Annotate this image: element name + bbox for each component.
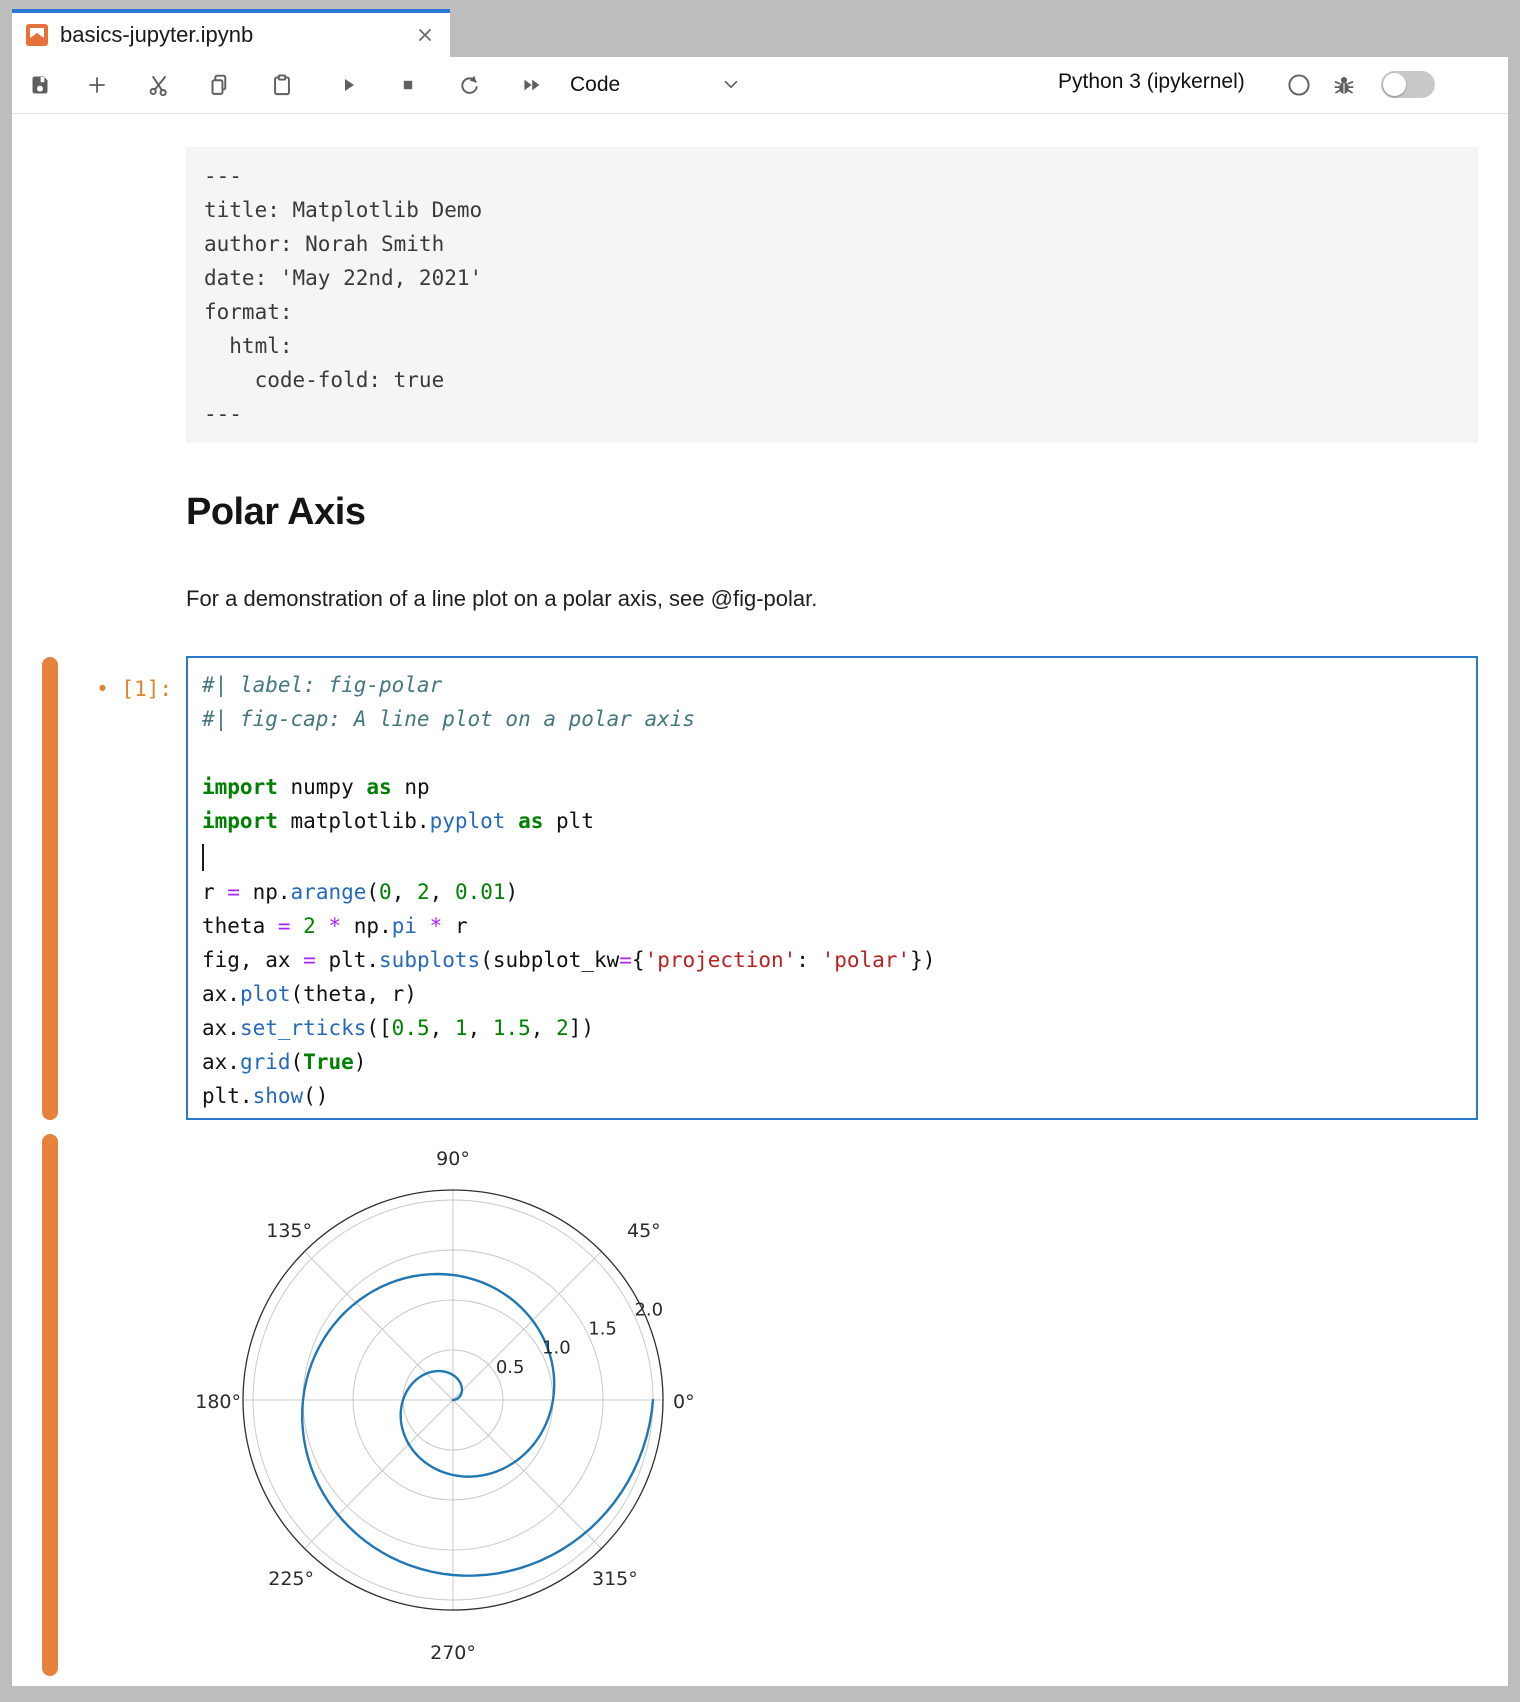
chevron-down-icon	[720, 73, 742, 100]
save-button[interactable]	[26, 71, 54, 99]
jupyterlab-window: { "tab": { "title": "basics-jupyter.ipyn…	[0, 0, 1520, 1702]
svg-text:90°: 90°	[436, 1148, 470, 1170]
scissors-icon	[146, 72, 172, 98]
add-cell-button[interactable]	[83, 71, 111, 99]
kernel-name[interactable]: Python 3 (ipykernel)	[1058, 70, 1245, 94]
restart-kernel-button[interactable]	[455, 71, 483, 99]
stop-icon	[396, 73, 420, 97]
svg-text:315°: 315°	[592, 1568, 638, 1590]
cell-type-label: Code	[570, 73, 620, 97]
page-title: Polar Axis	[186, 488, 365, 536]
code-cell-editor[interactable]: #| label: fig-polar#| fig-cap: A line pl…	[186, 656, 1478, 1120]
cut-cells-button[interactable]	[145, 71, 173, 99]
tab-close-icon[interactable]	[414, 24, 436, 46]
markdown-paragraph: For a demonstration of a line plot on a …	[186, 584, 817, 614]
save-icon	[28, 73, 52, 97]
svg-text:45°: 45°	[627, 1220, 661, 1242]
run-cell-button[interactable]	[334, 71, 362, 99]
debugger-bug-icon[interactable]	[1331, 72, 1357, 98]
cell-collapser-output[interactable]	[42, 1134, 58, 1676]
restart-run-all-button[interactable]	[518, 71, 546, 99]
svg-text:270°: 270°	[430, 1642, 476, 1664]
code-editor: #| label: fig-polar#| fig-cap: A line pl…	[188, 658, 1476, 1123]
svg-text:2.0: 2.0	[634, 1299, 663, 1320]
kernel-status-icon[interactable]	[1286, 72, 1312, 98]
interrupt-kernel-button[interactable]	[394, 71, 422, 99]
svg-text:1.5: 1.5	[588, 1319, 617, 1340]
restart-icon	[456, 72, 482, 98]
paste-icon	[269, 72, 295, 98]
copy-icon	[206, 72, 232, 98]
svg-text:1.0: 1.0	[542, 1338, 571, 1359]
plus-icon	[85, 73, 109, 97]
frontmatter-lines: ---title: Matplotlib Demoauthor: Norah S…	[204, 159, 1460, 431]
simple-mode-toggle[interactable]	[1381, 71, 1435, 98]
paste-cells-button[interactable]	[268, 71, 296, 99]
svg-text:225°: 225°	[268, 1568, 314, 1590]
polar-plot: 0° 45° 90° 135° 180° 225° 270° 315° 0.5 1.0 1.5 2.0	[195, 1125, 715, 1665]
copy-cells-button[interactable]	[205, 71, 233, 99]
tab-title: basics-jupyter.ipynb	[60, 22, 253, 48]
svg-text:0.5: 0.5	[496, 1357, 525, 1378]
tab-basics-jupyter[interactable]: basics-jupyter.ipynb	[12, 9, 450, 57]
cell-type-dropdown[interactable]: Code	[558, 64, 768, 106]
run-icon	[336, 73, 360, 97]
fast-forward-icon	[519, 72, 545, 98]
execution-prompt: • [1]:	[56, 672, 172, 706]
notebook-file-icon	[26, 24, 48, 46]
toggle-knob	[1383, 73, 1406, 96]
cell-collapser-input[interactable]	[42, 657, 58, 1120]
frontmatter-raw-cell[interactable]: ---title: Matplotlib Demoauthor: Norah S…	[186, 147, 1478, 443]
svg-text:0°: 0°	[673, 1391, 695, 1413]
svg-text:180°: 180°	[195, 1391, 241, 1413]
svg-text:135°: 135°	[266, 1220, 312, 1242]
